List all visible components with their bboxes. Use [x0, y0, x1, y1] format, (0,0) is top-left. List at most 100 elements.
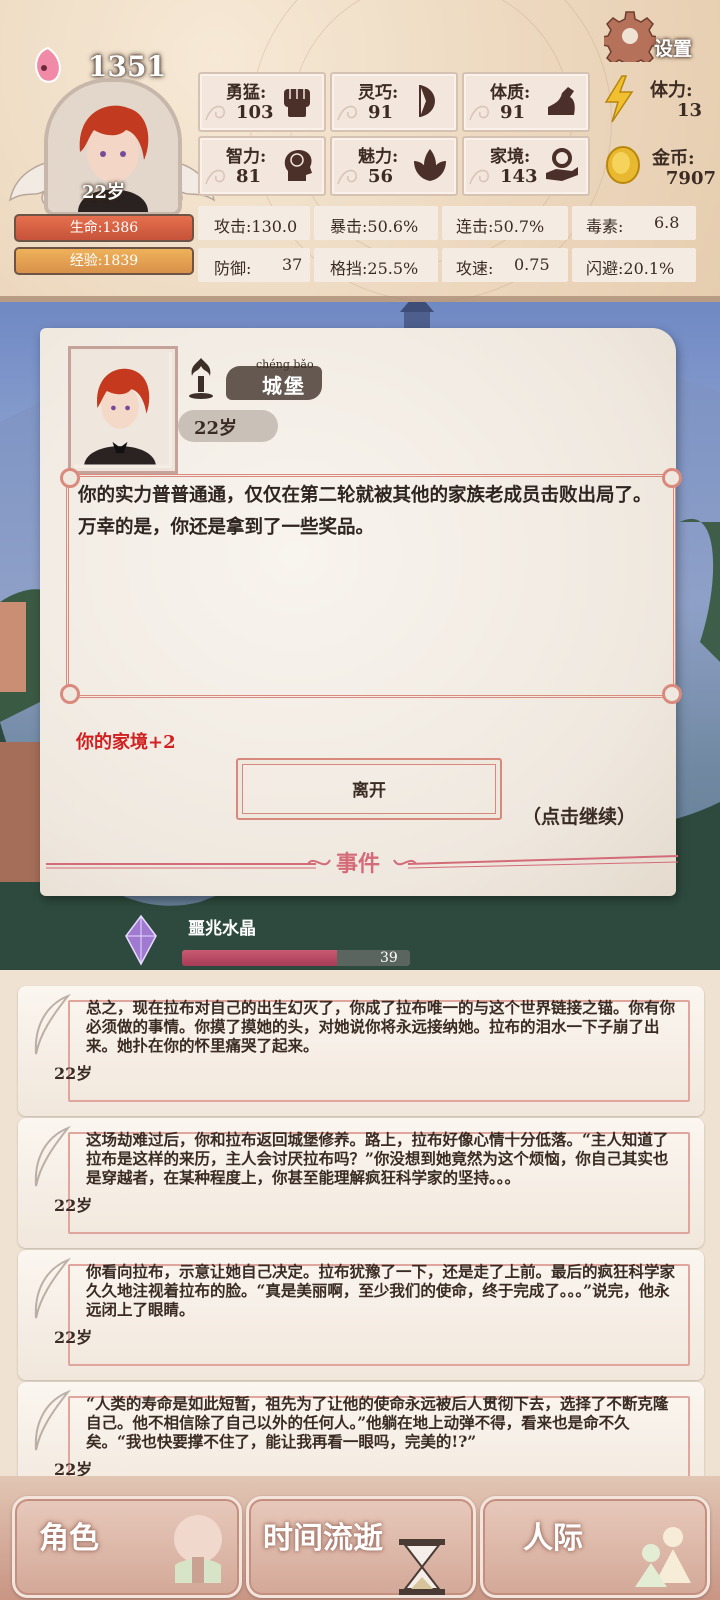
attr-attack-speed: 攻速: 0.75 — [442, 248, 568, 282]
character-bust-icon — [174, 1515, 222, 1583]
stat-value: 91 — [368, 102, 394, 123]
log-entry-age: 22岁 — [54, 1460, 93, 1476]
attr-dodge-value: 闪避:20.1% — [586, 259, 675, 278]
crystal-progress-bar — [182, 950, 410, 966]
log-entry-age: 22岁 — [54, 1328, 93, 1347]
swirl-icon — [469, 169, 489, 185]
log-entry-text: “人类的寿命是如此短暂，祖先为了让他的使命永远被后人贯彻下去，选择了不断克隆自己… — [86, 1394, 669, 1451]
stat-agility[interactable]: 灵巧: 91 — [330, 72, 458, 132]
log-entry-text: 总之，现在拉布对自己的出生幻灭了，你成了拉布唯一的与这个世界链接之锚。你有你必须… — [86, 998, 676, 1055]
log-entry[interactable]: 总之，现在拉布对自己的出生幻灭了，你成了拉布唯一的与这个世界链接之锚。你有你必须… — [18, 986, 704, 1116]
log-entry-text: 你看向拉布，示意让她自己决定。拉布犹豫了一下，还是走了上前。最后的疯狂科学家久久… — [86, 1262, 676, 1319]
attr-combo: 连击:50.7% — [442, 206, 568, 240]
attr-attack-speed-value: 0.75 — [514, 255, 550, 274]
crystal-value: 39 — [380, 950, 398, 966]
log-entry[interactable]: 这场劫难过后，你和拉布返回城堡修养。路上，拉布好像心情十分低落。“主人知道了拉布… — [18, 1118, 704, 1248]
stamina-value: 13 — [676, 100, 702, 121]
social-label: 人际 — [523, 1521, 583, 1556]
health-label: 生命:1386 — [69, 220, 139, 236]
stat-family[interactable]: 家境: 143 — [462, 136, 590, 196]
hourglass-icon — [399, 1539, 445, 1595]
stat-label: 勇猛: — [226, 83, 267, 103]
frame-corner — [60, 468, 80, 488]
swirl-icon — [337, 105, 357, 121]
swirl-icon — [205, 105, 225, 121]
gold-label: 金币: — [652, 148, 695, 169]
brain-head-icon — [284, 150, 312, 181]
social-button[interactable]: 人际 — [480, 1496, 710, 1598]
people-icon — [635, 1527, 691, 1587]
log-entry-text: 这场劫难过后，你和拉布返回城堡修养。路上，拉布好像心情十分低落。“主人知道了拉布… — [86, 1130, 669, 1187]
avatar — [71, 349, 169, 465]
gear-icon[interactable] — [604, 10, 656, 62]
stat-charm[interactable]: 魅力: 56 — [330, 136, 458, 196]
role-label: 角色 — [39, 1521, 99, 1556]
stat-constitution[interactable]: 体质: 91 — [462, 72, 590, 132]
event-age: 22岁 — [194, 418, 238, 439]
stat-label: 智力: — [226, 147, 267, 167]
attr-defense: 防御: 37 — [198, 248, 310, 282]
gold-value: 7907 — [665, 168, 716, 189]
bow-icon — [419, 85, 435, 117]
stat-intelligence[interactable]: 智力: 81 — [198, 136, 326, 196]
quill-icon — [34, 994, 71, 1055]
stat-label: 家境: — [490, 147, 531, 167]
attr-crit: 暴击:50.6% — [314, 206, 438, 240]
crystal-progress-fill — [182, 950, 338, 966]
log-entry[interactable]: 你看向拉布，示意让她自己决定。拉布犹豫了一下，还是走了上前。最后的疯狂科学家久久… — [18, 1250, 704, 1380]
event-character-portrait — [68, 346, 178, 474]
attr-combo-value: 连击:50.7% — [456, 217, 545, 236]
time-pass-button[interactable]: 时间流逝 — [246, 1496, 476, 1598]
location-name: 城堡 — [262, 374, 306, 398]
continue-hint[interactable]: （点击继续） — [522, 802, 636, 829]
log-entry-age: 22岁 — [54, 1064, 93, 1083]
age-badge: 22岁 — [82, 182, 126, 203]
frame-corner — [662, 468, 682, 488]
attr-crit-value: 暴击:50.6% — [330, 217, 419, 236]
quill-icon — [34, 1126, 71, 1187]
event-description: 你的实力普普通通，仅仅在第二轮就被其他的家族老成员击败出局了。万幸的是，你还是拿… — [78, 485, 652, 538]
attr-attack-speed-label: 攻速: — [456, 259, 494, 278]
stat-label: 灵巧: — [358, 83, 399, 103]
stat-value: 81 — [236, 166, 262, 187]
attr-dodge: 闪避:20.1% — [572, 248, 696, 282]
arm-icon — [548, 87, 575, 115]
lotus-icon — [414, 149, 446, 181]
crystal-name: 噩兆水晶 — [188, 919, 256, 939]
soul-icon — [35, 46, 61, 83]
stat-courage[interactable]: 勇猛: 103 — [198, 72, 326, 132]
attr-defense-value: 37 — [282, 255, 303, 274]
stat-value: 56 — [368, 166, 394, 187]
role-button[interactable]: 角色 — [12, 1496, 242, 1598]
swirl-icon — [337, 169, 357, 185]
experience-label: 经验:1839 — [69, 253, 139, 269]
health-bar: 生命:1386 — [14, 214, 194, 242]
frame-corner — [662, 684, 682, 704]
crystal-icon — [125, 914, 157, 966]
stat-label: 体质: — [490, 83, 531, 103]
life-log-list[interactable]: 总之，现在拉布对自己的出生幻灭了，你成了拉布唯一的与这个世界链接之锚。你有你必须… — [0, 976, 720, 1476]
settings-button[interactable]: 设置 — [654, 34, 692, 61]
attr-poison: 毒素: 6.8 — [572, 206, 696, 240]
attr-poison-value: 6.8 — [654, 213, 680, 232]
attr-attack: 攻击:130.0 — [198, 206, 310, 240]
quill-icon — [34, 1258, 71, 1319]
stat-value: 103 — [236, 102, 274, 123]
swirl-icon — [469, 105, 489, 121]
log-entry-age: 22岁 — [54, 1196, 93, 1215]
event-reward: 你的家境+2 — [76, 732, 176, 753]
stamina-label: 体力: — [650, 80, 693, 101]
quill-icon — [34, 1390, 71, 1451]
time-pass-label: 时间流逝 — [263, 1521, 383, 1556]
leave-button[interactable]: 离开 — [236, 758, 502, 820]
attr-block: 格挡:25.5% — [314, 248, 438, 282]
stat-value: 91 — [500, 102, 526, 123]
experience-bar: 经验:1839 — [14, 247, 194, 275]
log-entry[interactable]: “人类的寿命是如此短暂，祖先为了让他的使命永远被后人贯彻下去，选择了不断克隆自己… — [18, 1382, 704, 1476]
stat-value: 143 — [500, 166, 538, 187]
attr-defense-label: 防御: — [214, 259, 252, 278]
attr-block-value: 格挡:25.5% — [330, 259, 419, 278]
fist-icon — [284, 89, 310, 117]
event-section-label: 事件 — [336, 851, 381, 877]
leave-label: 离开 — [352, 781, 386, 801]
